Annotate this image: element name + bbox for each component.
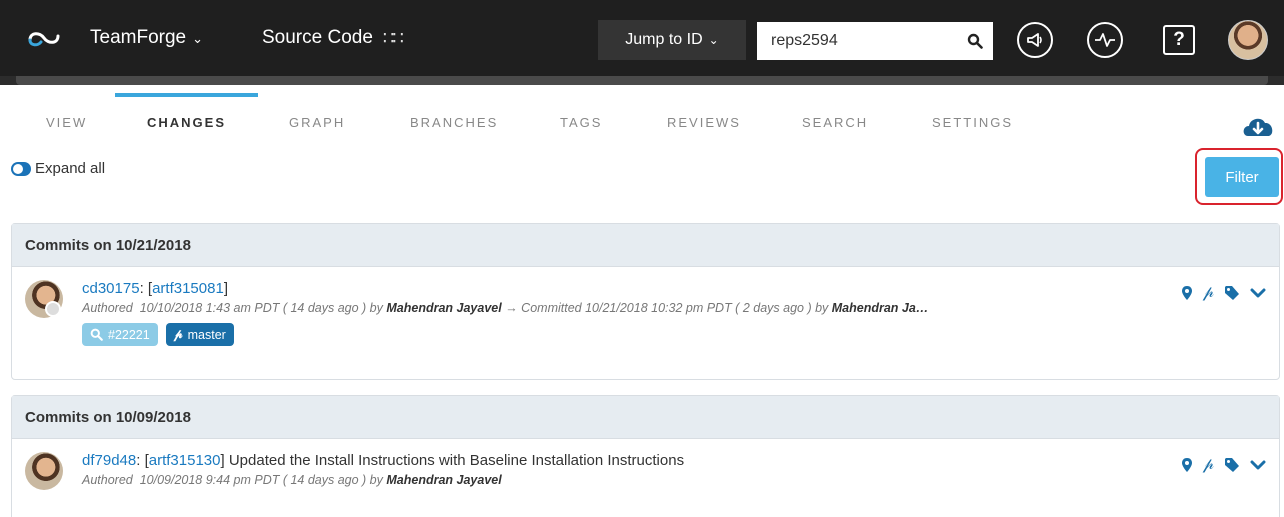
active-tab-indicator xyxy=(115,93,258,97)
commit-title: cd30175: [artf315081] xyxy=(82,280,1279,297)
review-badge[interactable]: #22221 xyxy=(82,323,158,346)
brand-menu[interactable]: TeamForge ⌄ xyxy=(90,27,203,49)
committer-avatar xyxy=(45,301,61,317)
commit-pills: #22221 𝓅 master xyxy=(82,323,1279,346)
search-icon xyxy=(90,328,103,341)
help-button[interactable]: ? xyxy=(1163,25,1195,55)
chevron-down-icon[interactable] xyxy=(1250,459,1266,471)
author-avatar[interactable] xyxy=(25,452,63,490)
bracket-close: ] xyxy=(223,280,228,297)
branch-icon[interactable]: 𝓅 xyxy=(1203,456,1214,474)
commit-id-link[interactable]: df79d48 xyxy=(82,452,136,469)
separator: : [ xyxy=(136,452,149,469)
search-icon xyxy=(967,33,983,49)
tab-graph[interactable]: GRAPH xyxy=(289,115,345,130)
grid-icon: ∷∷ xyxy=(382,27,404,48)
module-label: Source Code xyxy=(262,27,373,48)
tab-settings[interactable]: SETTINGS xyxy=(932,115,1013,130)
pulse-icon xyxy=(1095,33,1115,47)
bracket-close: ] xyxy=(220,452,229,469)
user-avatar[interactable] xyxy=(1228,20,1268,60)
authored-prefix: Authored xyxy=(82,473,133,487)
tab-branches[interactable]: BRANCHES xyxy=(410,115,498,130)
expand-all-label: Expand all xyxy=(35,160,106,177)
author-name[interactable]: Mahendran Jayavel xyxy=(386,473,501,487)
announcements-button[interactable] xyxy=(1017,22,1053,58)
brand-label: TeamForge xyxy=(90,27,187,48)
committer-name[interactable]: Mahendran Ja… xyxy=(832,301,929,315)
commit-item: cd30175: [artf315081] Authored 10/10/201… xyxy=(12,267,1279,346)
chevron-down-icon: ⌄ xyxy=(192,31,204,46)
map-pin-icon[interactable] xyxy=(1181,457,1193,473)
tab-search[interactable]: SEARCH xyxy=(802,115,868,130)
commit-item: df79d48: [artf315130] Updated the Instal… xyxy=(12,439,1279,490)
tag-icon[interactable] xyxy=(1224,457,1240,473)
branch-icon: 𝓅 xyxy=(173,327,183,341)
filter-button[interactable]: Filter xyxy=(1205,157,1279,197)
tab-changes[interactable]: CHANGES xyxy=(147,115,226,130)
cloud-download-icon[interactable] xyxy=(1240,110,1276,142)
chevron-down-icon[interactable] xyxy=(1250,287,1266,299)
teamforge-logo-icon[interactable] xyxy=(24,24,64,52)
top-bar: TeamForge ⌄ Source Code ∷∷ Jump to ID ⌄ … xyxy=(0,0,1284,85)
commit-actions: 𝓅 xyxy=(1181,456,1266,474)
artifact-link[interactable]: artf315130 xyxy=(149,452,221,469)
tab-view[interactable]: VIEW xyxy=(46,115,87,130)
commit-id-link[interactable]: cd30175 xyxy=(82,280,140,297)
tab-bar: VIEW CHANGES GRAPH BRANCHES TAGS REVIEWS… xyxy=(0,93,1284,155)
commit-meta: Authored 10/10/2018 1:43 am PDT ( 14 day… xyxy=(82,301,1279,315)
commit-group: Commits on 10/21/2018 cd30175: [artf3150… xyxy=(11,223,1280,380)
search-button[interactable] xyxy=(957,22,993,60)
artifact-link[interactable]: artf315081 xyxy=(152,280,224,297)
review-id: #22221 xyxy=(108,327,150,342)
commit-message: Updated the Install Instructions with Ba… xyxy=(228,452,685,469)
commit-group: Commits on 10/09/2018 df79d48: [artf3151… xyxy=(11,395,1280,517)
authored-date: 10/09/2018 9:44 pm PDT ( 14 days ago ) b… xyxy=(139,473,383,487)
commit-actions: 𝓅 xyxy=(1181,284,1266,302)
toggle-switch[interactable] xyxy=(11,161,31,176)
branch-badge[interactable]: 𝓅 master xyxy=(165,323,234,346)
top-bar-strip xyxy=(16,76,1268,85)
commit-group-header: Commits on 10/21/2018 xyxy=(12,224,1279,267)
commit-title: df79d48: [artf315130] Updated the Instal… xyxy=(82,452,1279,469)
megaphone-icon xyxy=(1027,33,1042,47)
filter-highlight: Filter xyxy=(1195,148,1283,205)
id-search-input[interactable] xyxy=(757,22,957,60)
module-menu[interactable]: Source Code ∷∷ xyxy=(262,27,404,49)
tab-tags[interactable]: TAGS xyxy=(560,115,602,130)
branch-name: master xyxy=(187,327,226,342)
committed-date: → Committed 10/21/2018 10:32 pm PDT ( 2 … xyxy=(505,301,829,315)
authored-date: 10/10/2018 1:43 am PDT ( 14 days ago ) b… xyxy=(139,301,383,315)
branch-icon[interactable]: 𝓅 xyxy=(1203,284,1214,302)
activity-button[interactable] xyxy=(1087,22,1123,58)
tag-icon[interactable] xyxy=(1224,285,1240,301)
commit-meta: Authored 10/09/2018 9:44 pm PDT ( 14 day… xyxy=(82,473,1279,487)
map-pin-icon[interactable] xyxy=(1181,285,1193,301)
commit-group-header: Commits on 10/09/2018 xyxy=(12,396,1279,439)
jump-to-id-dropdown[interactable]: Jump to ID ⌄ xyxy=(598,20,746,60)
jump-to-id-label: Jump to ID xyxy=(625,31,703,48)
separator: : [ xyxy=(139,280,153,297)
chevron-down-icon: ⌄ xyxy=(708,33,719,47)
authored-prefix: Authored xyxy=(82,301,133,315)
author-name[interactable]: Mahendran Jayavel xyxy=(386,301,501,315)
expand-all-toggle[interactable]: Expand all xyxy=(11,160,105,177)
tab-reviews[interactable]: REVIEWS xyxy=(667,115,741,130)
